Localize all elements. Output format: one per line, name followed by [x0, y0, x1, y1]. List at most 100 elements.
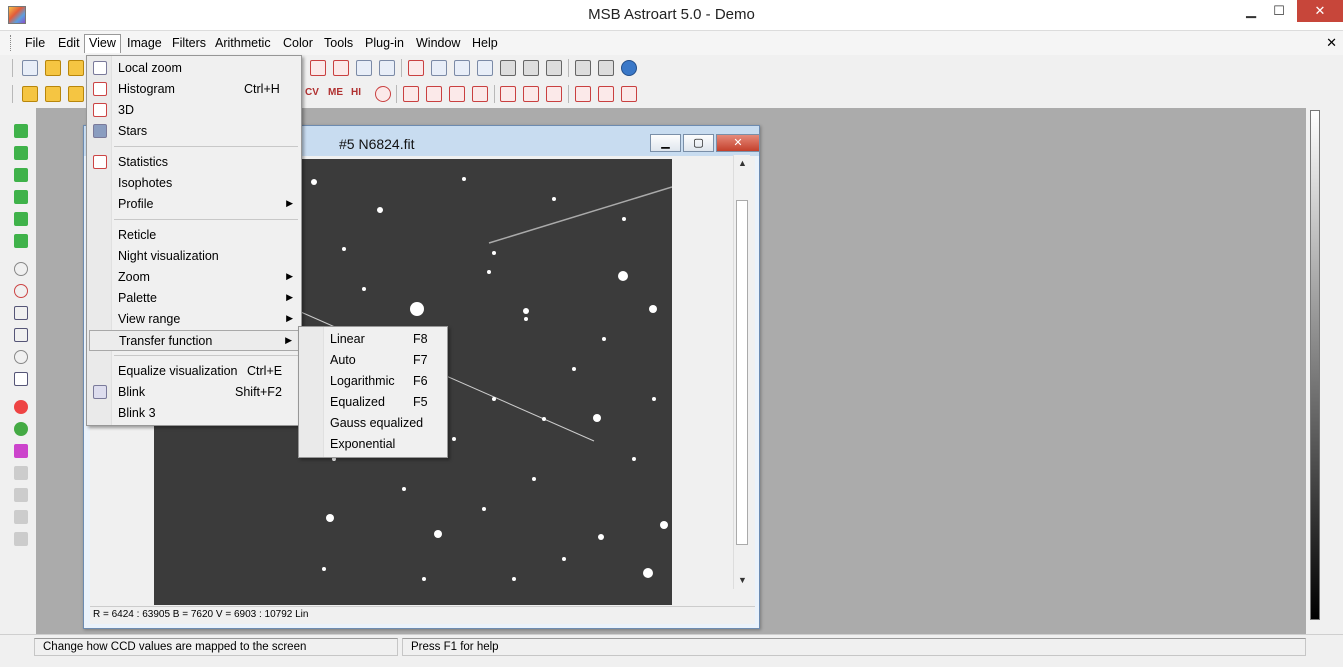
new-file-icon[interactable]: [22, 60, 38, 76]
rotate-icon[interactable]: [500, 86, 516, 102]
grid-3-icon[interactable]: [598, 86, 614, 102]
tool-green-1-icon[interactable]: [14, 124, 28, 138]
menu-filters[interactable]: Filters: [167, 34, 211, 53]
view-isophotes-item[interactable]: Isophotes: [89, 173, 299, 194]
select-icon[interactable]: [426, 86, 442, 102]
curve-icon[interactable]: [14, 372, 28, 386]
view-local-zoom-item[interactable]: Local zoom: [89, 58, 299, 79]
view-3d-item[interactable]: 3D: [89, 100, 299, 121]
page-tool-icon[interactable]: [379, 60, 395, 76]
monitor-icon[interactable]: [500, 60, 516, 76]
3d-icon: [93, 103, 107, 117]
view-palette-item[interactable]: Palette ▶: [89, 288, 299, 309]
view-night-item[interactable]: Night visualization: [89, 246, 299, 267]
tool-gray-1-icon[interactable]: [14, 466, 28, 480]
menu-arithmetic[interactable]: Arithmetic: [210, 34, 276, 53]
tool-4-icon[interactable]: [14, 234, 28, 248]
tf-auto-item[interactable]: Auto F7: [301, 350, 445, 371]
image-vertical-scrollbar[interactable]: ▲ ▼: [733, 155, 750, 589]
child-close-button[interactable]: ✕: [716, 134, 760, 152]
menu-file[interactable]: File: [20, 34, 50, 53]
child-maximize-button[interactable]: ▢: [683, 134, 714, 152]
resize-icon[interactable]: [449, 86, 465, 102]
tool-1-icon[interactable]: [14, 168, 28, 182]
help-icon[interactable]: [621, 60, 637, 76]
zoom-in-icon[interactable]: [454, 60, 470, 76]
menu-view[interactable]: View: [84, 34, 121, 53]
bin-icon[interactable]: [472, 86, 488, 102]
magnify-icon[interactable]: [14, 350, 28, 364]
tool-gray-2-icon[interactable]: [14, 488, 28, 502]
view-blink3-item[interactable]: Blink 3: [89, 403, 299, 424]
menu-window[interactable]: Window: [411, 34, 465, 53]
minimize-button[interactable]: ▁: [1237, 0, 1265, 22]
tool-2-icon[interactable]: [14, 190, 28, 204]
child-minimize-button[interactable]: ▁: [650, 134, 681, 152]
open-folder-icon[interactable]: [45, 60, 61, 76]
graph-icon[interactable]: [14, 306, 28, 320]
palette-icon[interactable]: [14, 444, 28, 458]
tf-equalized-item[interactable]: Equalized F5: [301, 392, 445, 413]
view-stars-item[interactable]: Stars: [89, 121, 299, 142]
tool-3-icon[interactable]: [14, 212, 28, 226]
view-histogram-item[interactable]: Histogram Ctrl+H: [89, 79, 299, 100]
open-recent-icon[interactable]: [68, 60, 84, 76]
color-balance-icon[interactable]: [14, 422, 28, 436]
scroll-down-icon[interactable]: ▼: [738, 575, 747, 585]
star-select-icon[interactable]: [14, 284, 28, 298]
aperture-icon[interactable]: [14, 262, 28, 276]
scroll-up-icon[interactable]: ▲: [738, 158, 747, 168]
histogram-tool-icon[interactable]: [310, 60, 326, 76]
tf-logarithmic-item[interactable]: Logarithmic F6: [301, 371, 445, 392]
submenu-arrow-icon: ▶: [285, 335, 292, 345]
stars-tool-icon[interactable]: [356, 60, 372, 76]
tf-linear-item[interactable]: Linear F8: [301, 329, 445, 350]
view-zoom-item[interactable]: Zoom ▶: [89, 267, 299, 288]
menu-tools[interactable]: Tools: [319, 34, 358, 53]
grid-2-icon[interactable]: [575, 86, 591, 102]
mirror-icon[interactable]: [546, 86, 562, 102]
menu-plugin[interactable]: Plug-in: [360, 34, 409, 53]
menu-edit[interactable]: Edit: [53, 34, 85, 53]
tf-gauss-item[interactable]: Gauss equalized: [301, 413, 445, 434]
grid-4-icon[interactable]: [621, 86, 637, 102]
view-statistics-item[interactable]: Statistics: [89, 152, 299, 173]
menu-help[interactable]: Help: [467, 34, 503, 53]
camera-icon[interactable]: [598, 60, 614, 76]
view-reticle-item[interactable]: Reticle: [89, 225, 299, 246]
flip-icon[interactable]: [523, 86, 539, 102]
cv-button[interactable]: CV: [305, 87, 319, 98]
profile-icon[interactable]: [14, 328, 28, 342]
me-button[interactable]: ME: [328, 87, 343, 98]
view-transfer-function-item[interactable]: Transfer function ▶: [89, 330, 299, 351]
mdi-close-icon[interactable]: ✕: [1326, 35, 1337, 51]
hi-button[interactable]: HI: [351, 87, 361, 98]
scroll-thumb[interactable]: [736, 200, 748, 545]
fit-window-icon[interactable]: [523, 60, 539, 76]
zoom-out-icon[interactable]: [477, 60, 493, 76]
multiply-icon[interactable]: [68, 86, 84, 102]
gray-gradient-bar[interactable]: [1310, 110, 1320, 620]
view-profile-item[interactable]: Profile ▶: [89, 194, 299, 215]
statistics-tool-icon[interactable]: [408, 60, 424, 76]
close-button[interactable]: ✕: [1297, 0, 1343, 22]
add-icon[interactable]: [22, 86, 38, 102]
view-range-item[interactable]: View range ▶: [89, 309, 299, 330]
crop-icon[interactable]: [403, 86, 419, 102]
tool-gray-3-icon[interactable]: [14, 510, 28, 524]
tool-gray-4-icon[interactable]: [14, 532, 28, 546]
menu-color[interactable]: Color: [278, 34, 318, 53]
blink-tool-icon[interactable]: [431, 60, 447, 76]
rgb-icon[interactable]: [14, 400, 28, 414]
telescope-icon[interactable]: [575, 60, 591, 76]
3d-tool-icon[interactable]: [333, 60, 349, 76]
tool-play-icon[interactable]: [14, 146, 28, 160]
subtract-icon[interactable]: [45, 86, 61, 102]
menu-image[interactable]: Image: [122, 34, 167, 53]
fullscreen-icon[interactable]: [546, 60, 562, 76]
view-blink-item[interactable]: Blink Shift+F2: [89, 382, 299, 403]
view-equalize-item[interactable]: Equalize visualization Ctrl+E: [89, 361, 299, 382]
maximize-button[interactable]: ☐: [1265, 0, 1293, 22]
tf-exponential-item[interactable]: Exponential: [301, 434, 445, 455]
target-icon[interactable]: [375, 86, 391, 102]
